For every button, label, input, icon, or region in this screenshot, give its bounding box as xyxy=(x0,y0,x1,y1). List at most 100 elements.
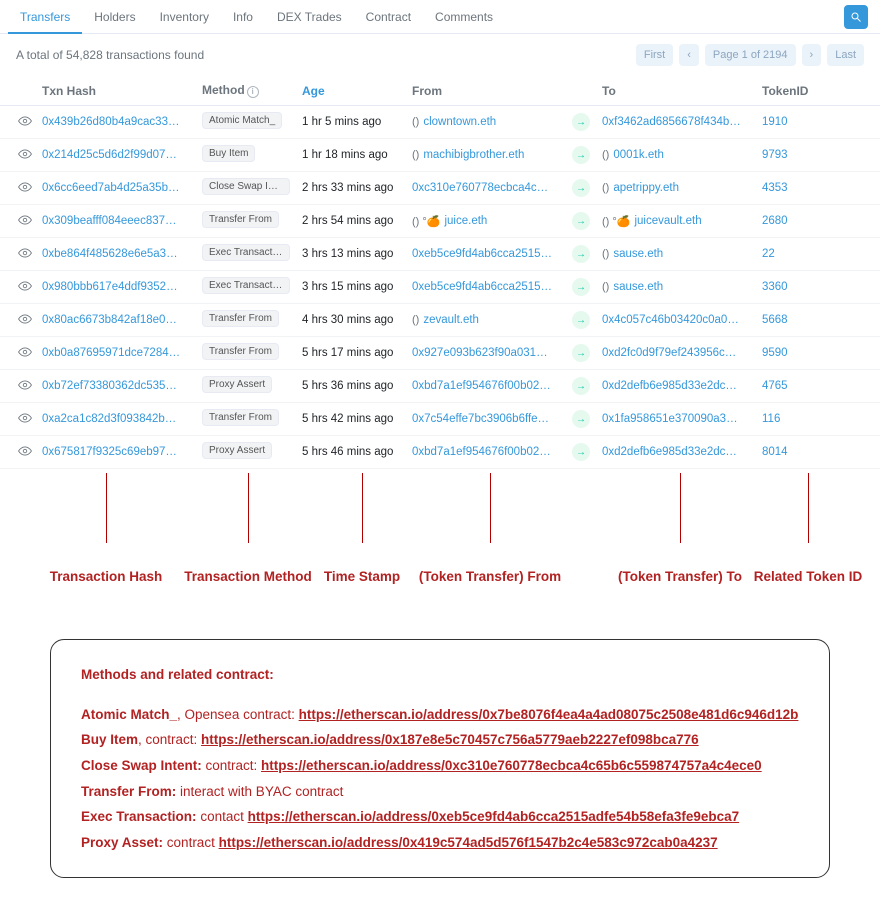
col-age[interactable]: Age xyxy=(302,84,412,98)
tab-contract[interactable]: Contract xyxy=(354,0,423,34)
contract-link[interactable]: https://etherscan.io/address/0x187e8e5c7… xyxy=(201,732,699,747)
txn-hash-link[interactable]: 0x980bbb617e4ddf9352… xyxy=(42,281,202,293)
eye-icon[interactable] xyxy=(8,180,42,197)
token-id-link[interactable]: 116 xyxy=(762,413,832,425)
age-value: 2 hrs 33 mins ago xyxy=(302,182,412,194)
txn-hash-link[interactable]: 0x675817f9325c69eb97… xyxy=(42,446,202,458)
txn-hash-link[interactable]: 0xa2ca1c82d3f093842b… xyxy=(42,413,202,425)
to-address[interactable]: ()sause.eth xyxy=(602,248,762,260)
to-address[interactable]: 0x1fa958651e370090a3… xyxy=(602,413,762,425)
from-address[interactable]: 0xc310e760778ecbca4c… xyxy=(412,182,572,194)
eye-icon[interactable] xyxy=(8,345,42,362)
eye-icon[interactable] xyxy=(8,378,42,395)
col-token[interactable]: TokenID xyxy=(762,84,832,98)
pager-prev[interactable]: ‹ xyxy=(679,44,699,66)
from-address[interactable]: ()zevault.eth xyxy=(412,314,572,326)
txn-hash-link[interactable]: 0x439b26d80b4a9cac33… xyxy=(42,116,202,128)
tab-holders[interactable]: Holders xyxy=(82,0,147,34)
pager-first[interactable]: First xyxy=(636,44,673,66)
token-id-link[interactable]: 9590 xyxy=(762,347,832,359)
eye-icon[interactable] xyxy=(8,246,42,263)
token-id-link[interactable]: 5668 xyxy=(762,314,832,326)
tab-comments[interactable]: Comments xyxy=(423,0,505,34)
annot-token: Related Token ID xyxy=(754,569,863,584)
from-address[interactable]: 0xeb5ce9fd4ab6cca2515… xyxy=(412,248,572,260)
pager-last[interactable]: Last xyxy=(827,44,864,66)
pager-next[interactable]: › xyxy=(802,44,822,66)
to-address[interactable]: ()0001k.eth xyxy=(602,149,762,161)
tab-inventory[interactable]: Inventory xyxy=(148,0,221,34)
contract-link[interactable]: https://etherscan.io/address/0x7be8076f4… xyxy=(299,707,799,722)
from-address[interactable]: () °🍊juice.eth xyxy=(412,215,572,228)
to-address[interactable]: 0xd2fc0d9f79ef243956c… xyxy=(602,347,762,359)
contract-link[interactable]: https://etherscan.io/address/0x419c574ad… xyxy=(219,835,718,850)
contract-link[interactable]: https://etherscan.io/address/0xeb5ce9fd4… xyxy=(248,809,740,824)
eye-icon[interactable] xyxy=(8,147,42,164)
token-id-link[interactable]: 4765 xyxy=(762,380,832,392)
method-pill: Proxy Assert xyxy=(202,376,272,393)
eye-icon[interactable] xyxy=(8,411,42,428)
token-id-link[interactable]: 1910 xyxy=(762,116,832,128)
arrow-icon: → xyxy=(572,179,590,197)
txn-hash-link[interactable]: 0x309beafff084eeec837… xyxy=(42,215,202,227)
from-address[interactable]: ()clowntown.eth xyxy=(412,116,572,128)
col-to[interactable]: To xyxy=(602,84,762,98)
contract-link[interactable]: https://etherscan.io/address/0xc310e7607… xyxy=(261,758,762,773)
token-id-link[interactable]: 8014 xyxy=(762,446,832,458)
method-line: Proxy Asset: contract https://etherscan.… xyxy=(81,830,799,856)
from-address[interactable]: 0xbd7a1ef954676f00b02… xyxy=(412,380,572,392)
to-address[interactable]: ()apetrippy.eth xyxy=(602,182,762,194)
annot-to: (Token Transfer) To xyxy=(618,569,742,584)
from-address[interactable]: 0xbd7a1ef954676f00b02… xyxy=(412,446,572,458)
txn-hash-link[interactable]: 0x80ac6673b842af18e0… xyxy=(42,314,202,326)
method-pill: Transfer From xyxy=(202,343,279,360)
table-row: 0x675817f9325c69eb97…Proxy Assert5 hrs 4… xyxy=(0,436,880,469)
token-id-link[interactable]: 22 xyxy=(762,248,832,260)
tab-info[interactable]: Info xyxy=(221,0,265,34)
from-address[interactable]: 0x7c54effe7bc3906b6ffe… xyxy=(412,413,572,425)
contract-icon: () xyxy=(412,116,419,128)
eye-icon[interactable] xyxy=(8,279,42,296)
eye-icon[interactable] xyxy=(8,444,42,461)
from-address[interactable]: 0x927e093b623f90a031… xyxy=(412,347,572,359)
token-id-link[interactable]: 3360 xyxy=(762,281,832,293)
table-row: 0x6cc6eed7ab4d25a35b…Close Swap Inten… 2 … xyxy=(0,172,880,205)
age-value: 4 hrs 30 mins ago xyxy=(302,314,412,326)
method-line: Close Swap Intent: contract: https://eth… xyxy=(81,753,799,779)
info-icon[interactable]: i xyxy=(247,86,259,98)
from-address[interactable]: 0xeb5ce9fd4ab6cca2515… xyxy=(412,281,572,293)
table-row: 0x439b26d80b4a9cac33…Atomic Match_1 hr 5… xyxy=(0,106,880,139)
token-id-link[interactable]: 9793 xyxy=(762,149,832,161)
contract-icon: () xyxy=(602,248,609,260)
tab-transfers[interactable]: Transfers xyxy=(8,0,82,34)
eye-icon[interactable] xyxy=(8,213,42,230)
method-pill: Close Swap Inten… xyxy=(202,178,290,195)
token-id-link[interactable]: 4353 xyxy=(762,182,832,194)
table-row: 0xa2ca1c82d3f093842b…Transfer From5 hrs … xyxy=(0,403,880,436)
tab-dex-trades[interactable]: DEX Trades xyxy=(265,0,354,34)
txn-hash-link[interactable]: 0x214d25c5d6d2f99d07… xyxy=(42,149,202,161)
pager: First ‹ Page 1 of 2194 › Last xyxy=(636,44,864,66)
to-address[interactable]: () °🍊juicevault.eth xyxy=(602,215,762,228)
txn-hash-link[interactable]: 0xb72ef73380362dc535… xyxy=(42,380,202,392)
txn-hash-link[interactable]: 0xbe864f485628e6e5a3… xyxy=(42,248,202,260)
to-address[interactable]: 0xd2defb6e985d33e2dc… xyxy=(602,446,762,458)
txn-hash-link[interactable]: 0xb0a87695971dce7284… xyxy=(42,347,202,359)
col-from[interactable]: From xyxy=(412,84,572,98)
col-hash[interactable]: Txn Hash xyxy=(42,84,202,98)
from-address[interactable]: ()machibigbrother.eth xyxy=(412,149,572,161)
summary-row: A total of 54,828 transactions found Fir… xyxy=(0,34,880,76)
txn-hash-link[interactable]: 0x6cc6eed7ab4d25a35b… xyxy=(42,182,202,194)
token-id-link[interactable]: 2680 xyxy=(762,215,832,227)
arrow-icon: → xyxy=(572,443,590,461)
eye-icon[interactable] xyxy=(8,114,42,131)
to-address[interactable]: ()sause.eth xyxy=(602,281,762,293)
method-pill: Transfer From xyxy=(202,409,279,426)
col-method[interactable]: Methodi xyxy=(202,83,302,98)
to-address[interactable]: 0xd2defb6e985d33e2dc… xyxy=(602,380,762,392)
search-button[interactable] xyxy=(844,5,868,29)
to-address[interactable]: 0x4c057c46b03420c0a0… xyxy=(602,314,762,326)
eye-icon[interactable] xyxy=(8,312,42,329)
to-address[interactable]: 0xf3462ad6856678f434b… xyxy=(602,116,762,128)
method-pill: Transfer From xyxy=(202,211,279,228)
